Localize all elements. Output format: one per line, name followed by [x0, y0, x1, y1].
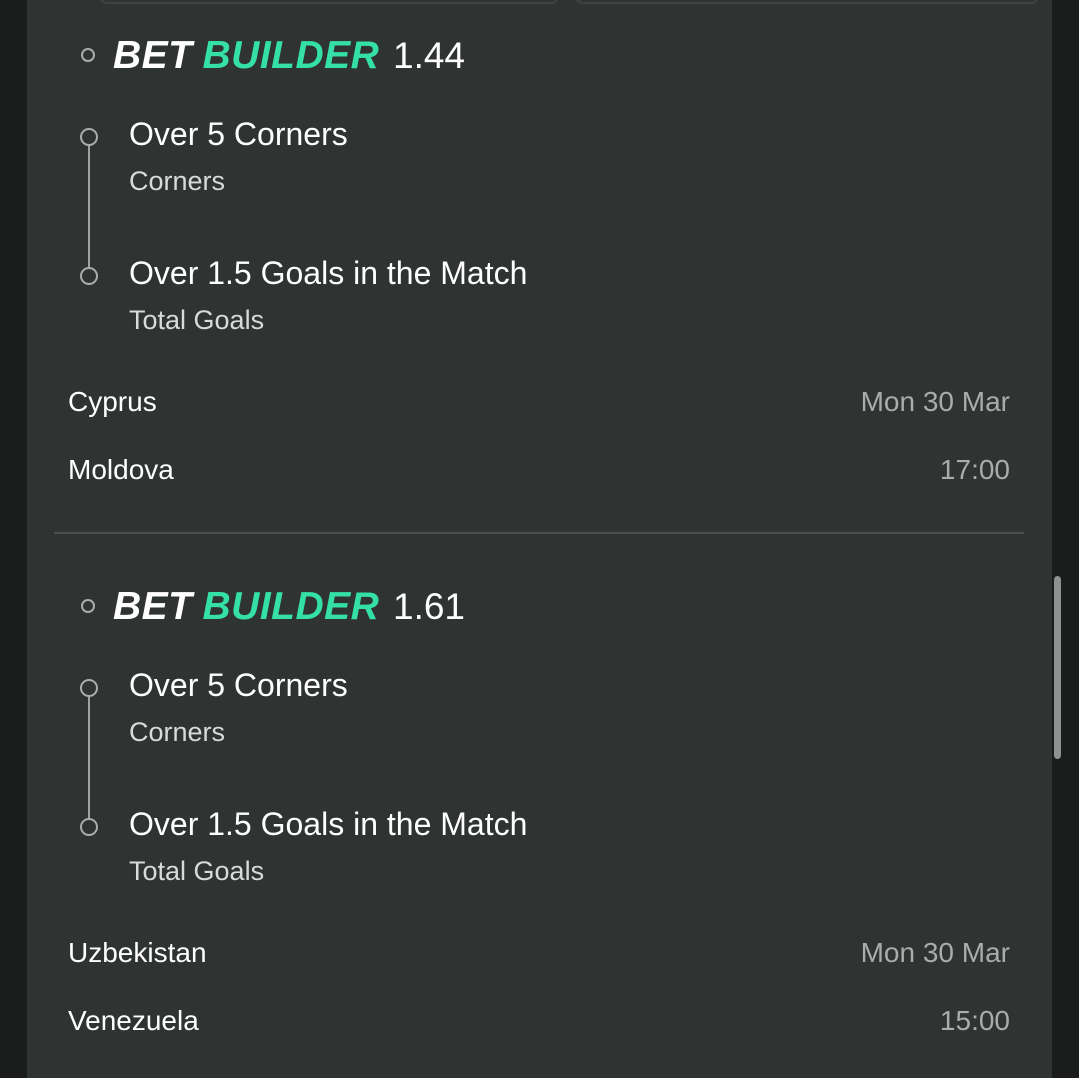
- match-time: 17:00: [939, 454, 1010, 485]
- away-team: Moldova: [68, 454, 174, 485]
- bet-builder-header: BET BUILDER 1.61: [27, 579, 1052, 639]
- leg-market-name: Corners: [129, 717, 226, 747]
- bet-builder-logo: BET BUILDER: [113, 28, 379, 84]
- leg-circle-icon: [80, 818, 98, 836]
- leg-market-name: Corners: [129, 166, 226, 196]
- bet-builder-card[interactable]: BET BUILDER 1.44 Over 5 Corners Corners O…: [27, 28, 1052, 528]
- away-team: Venezuela: [68, 1005, 199, 1036]
- match-date: Mon 30 Mar: [860, 386, 1010, 417]
- match-date: Mon 30 Mar: [860, 937, 1010, 968]
- scrollbar-thumb[interactable]: [1054, 576, 1061, 759]
- logo-bet-text: BET: [113, 34, 193, 77]
- selection-circle-icon[interactable]: [81, 48, 95, 62]
- home-team: Cyprus: [68, 386, 157, 417]
- legs-connector-line: [88, 691, 90, 828]
- bet-odds: 1.44: [393, 35, 466, 76]
- selection-circle-icon[interactable]: [81, 599, 95, 613]
- leg-selection-title: Over 5 Corners: [129, 116, 348, 152]
- bet-builder-header: BET BUILDER 1.44: [27, 28, 1052, 88]
- leg-selection-title: Over 5 Corners: [129, 667, 348, 703]
- leg-circle-icon: [80, 128, 98, 146]
- top-card-left: [99, 0, 559, 4]
- bet-odds: 1.61: [393, 586, 466, 627]
- leg-circle-icon: [80, 267, 98, 285]
- leg-selection-title: Over 1.5 Goals in the Match: [129, 806, 528, 842]
- bet-builder-card[interactable]: BET BUILDER 1.61 Over 5 Corners Corners O…: [27, 579, 1052, 1078]
- leg-circle-icon: [80, 679, 98, 697]
- leg-market-name: Total Goals: [129, 856, 265, 886]
- match-time: 15:00: [939, 1005, 1010, 1036]
- logo-builder-text: BUILDER: [202, 34, 380, 77]
- bet-builder-logo: BET BUILDER: [113, 579, 379, 635]
- leg-market-name: Total Goals: [129, 305, 265, 335]
- logo-bet-text: BET: [113, 585, 193, 628]
- top-card-right: [575, 0, 1039, 4]
- logo-builder-text: BUILDER: [202, 585, 380, 628]
- leg-selection-title: Over 1.5 Goals in the Match: [129, 255, 528, 291]
- legs-connector-line: [88, 140, 90, 277]
- home-team: Uzbekistan: [68, 937, 207, 968]
- card-divider: [54, 532, 1024, 534]
